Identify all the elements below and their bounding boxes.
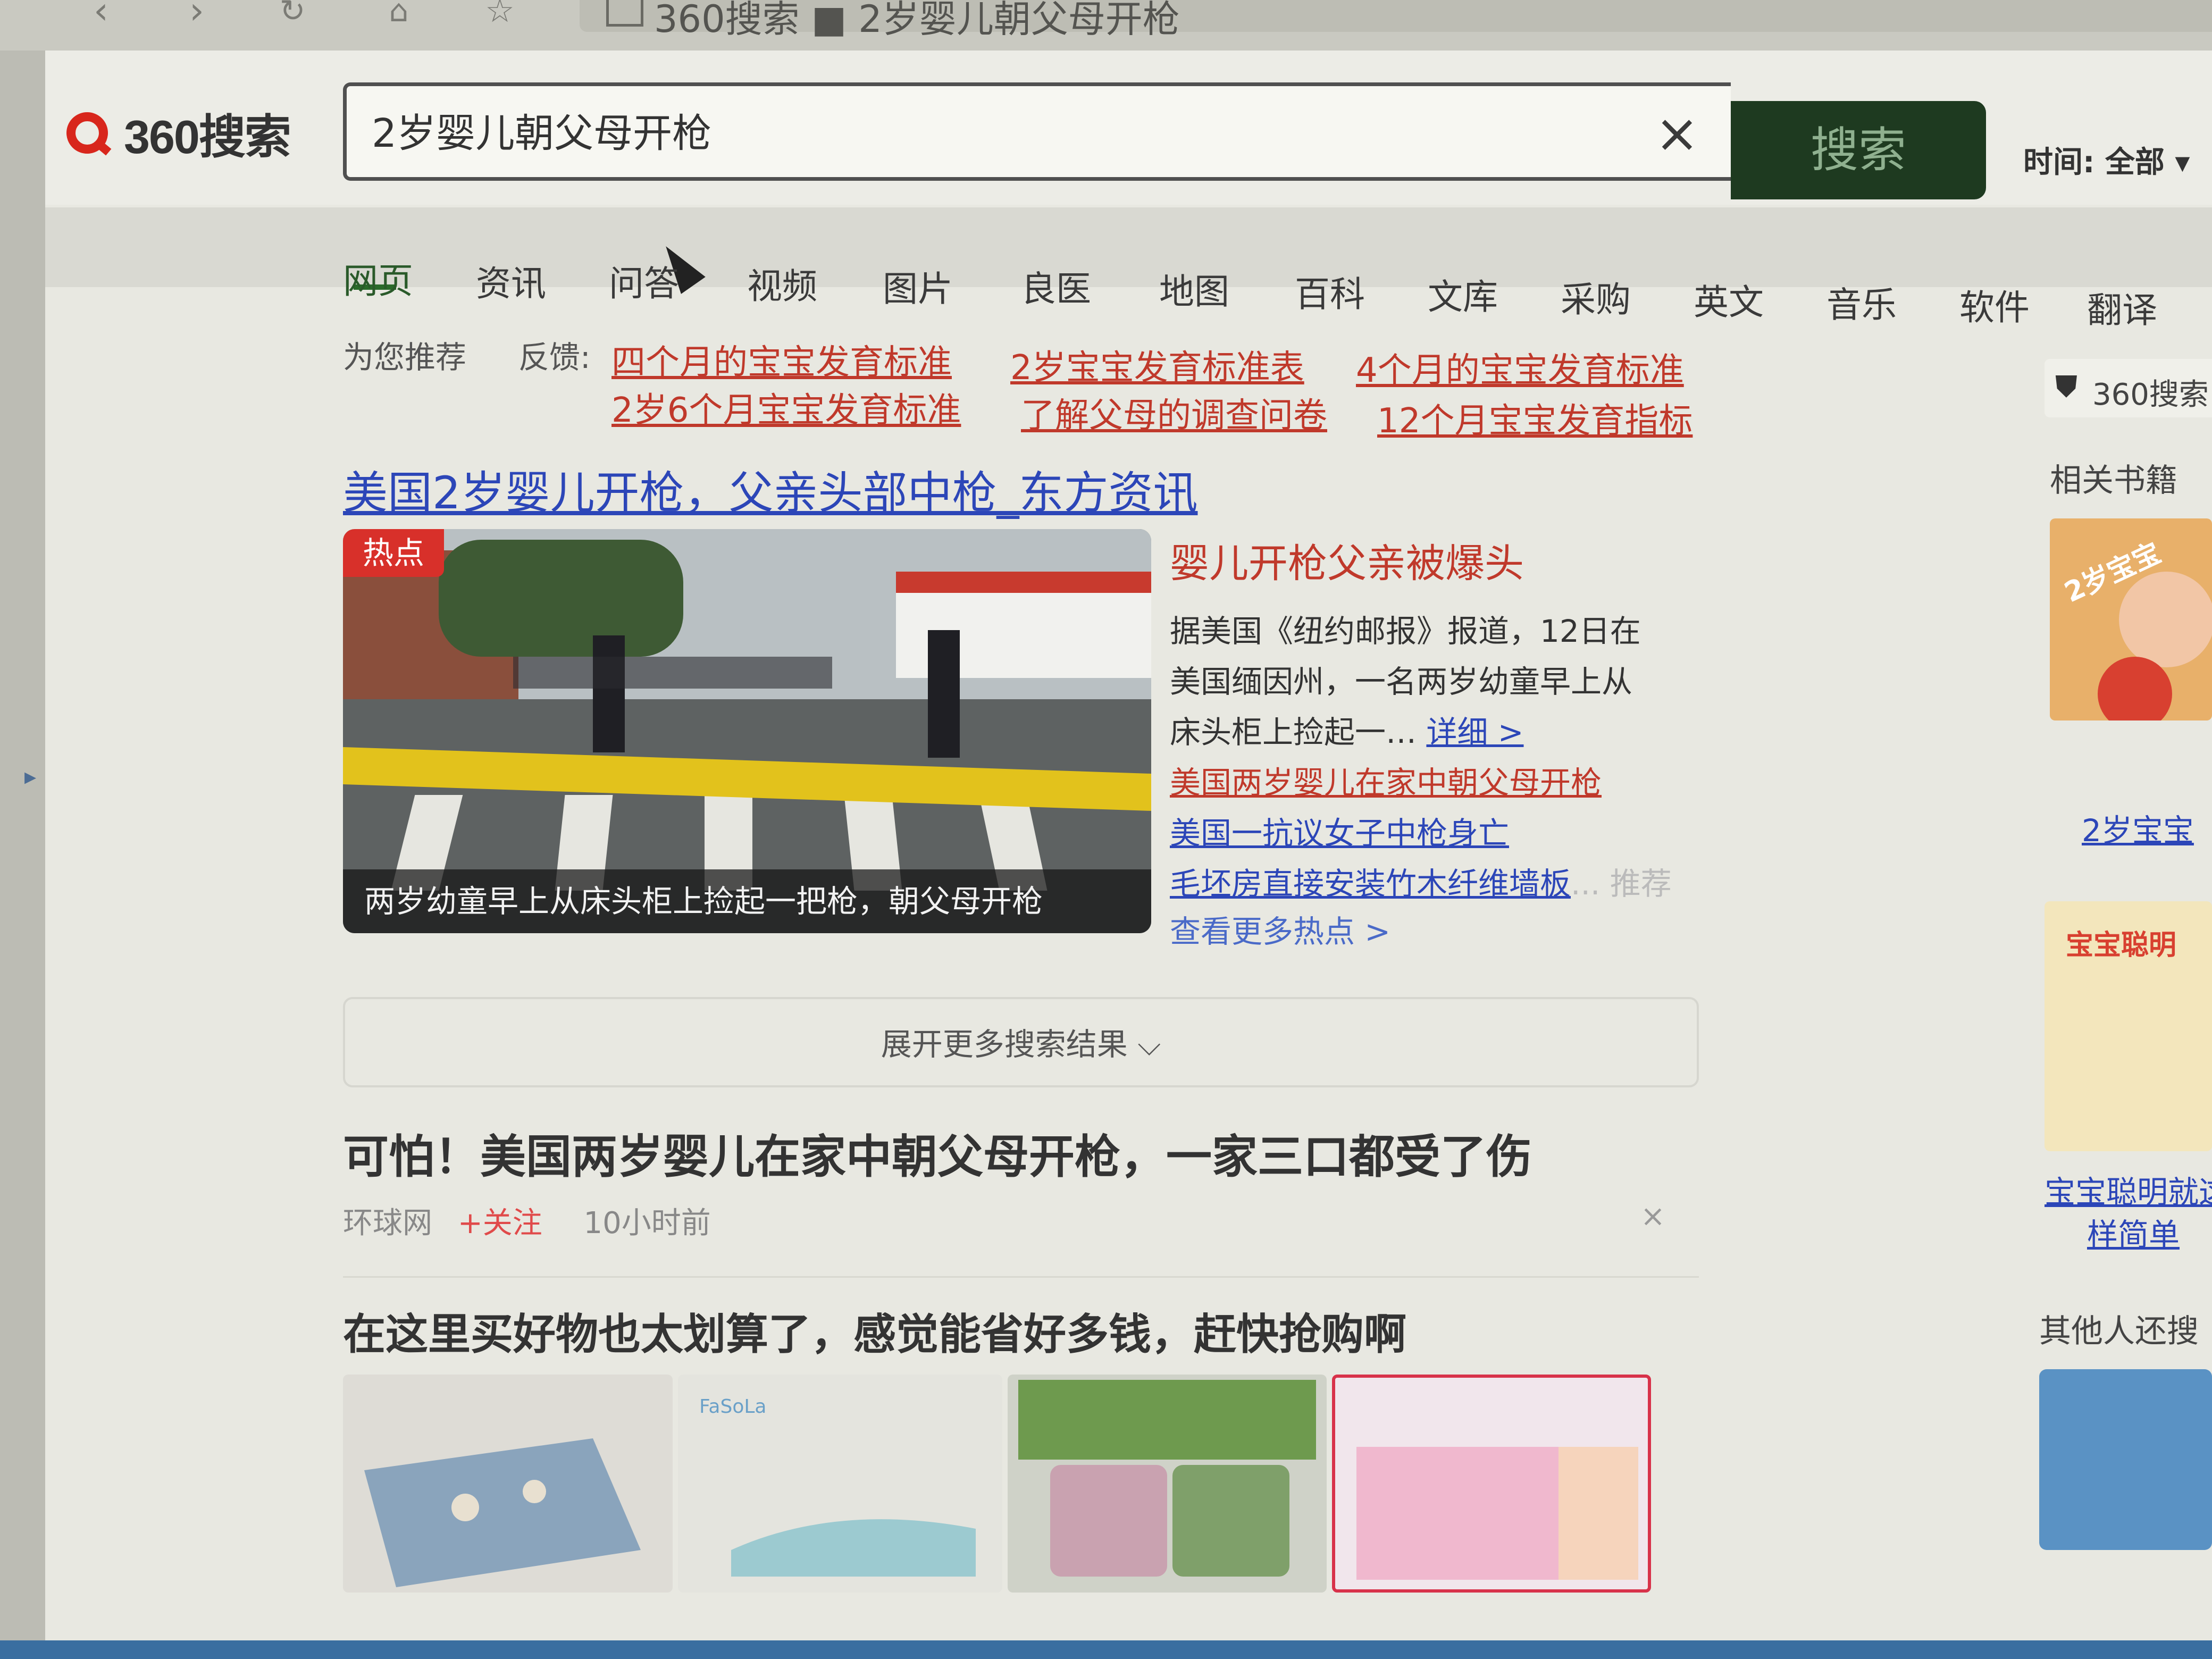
expand-arrow-icon[interactable]: ▸ [24, 763, 36, 790]
book2-cover[interactable]: 宝宝聪明 [2045, 901, 2212, 1151]
rec-link-6[interactable]: 12个月宝宝发育指标 [1377, 393, 1692, 442]
time-filter-dropdown[interactable]: 时间: 全部 ▾ [2023, 138, 2190, 181]
tab-title: 360搜索 ■ 2岁婴儿朝父母开枪 [654, 0, 1180, 41]
result3-title-link[interactable]: 在这里买好物也太划算了，感觉能省好多钱，赶快抢购啊 [343, 1300, 1406, 1362]
tab-5[interactable]: 图片 [883, 261, 953, 312]
divider [343, 1276, 1699, 1278]
star-icon[interactable]: ☆ [479, 0, 521, 32]
back-icon[interactable]: ‹ [80, 0, 122, 32]
rec-link-2[interactable]: 2岁宝宝发育标准表 [1010, 340, 1304, 389]
related-hot-row-3: 毛坯房直接安装竹木纤维墙板... 推荐 [1170, 859, 1672, 903]
tab-14[interactable]: 翻译 [2087, 282, 2157, 333]
book1-cover[interactable]: 2岁宝宝 [2050, 518, 2212, 720]
product-hair-comb[interactable]: FaSoLa [678, 1375, 1002, 1593]
book2-cover-title: 宝宝聪明 [2066, 929, 2177, 961]
tab-8[interactable]: 百科 [1295, 266, 1365, 317]
reload-icon[interactable]: ↻ [271, 0, 314, 32]
left-frame: ▸ [0, 51, 45, 1640]
related-hot-link-3[interactable]: 毛坯房直接安装竹木纤维墙板 [1170, 866, 1571, 902]
tab-11[interactable]: 英文 [1694, 274, 1764, 325]
result1-desc-line-1: 据美国《纽约邮报》报道，12日在 [1170, 613, 1641, 649]
rec-link-1[interactable]: 四个月的宝宝发育标准 [611, 335, 952, 384]
product-alarm-clocks[interactable] [1008, 1375, 1327, 1593]
tab-13[interactable]: 软件 [1959, 279, 2030, 330]
taskbar [0, 1640, 2212, 1659]
related-hot-link-2[interactable]: 美国一抗议女子中枪身亡 [1170, 808, 1509, 853]
related-hot-link-1[interactable]: 美国两岁婴儿在家中朝父母开枪 [1170, 758, 1602, 802]
clear-icon[interactable]: × [1655, 102, 1699, 164]
expand-more-results-button[interactable]: 展开更多搜索结果 ⌵ [343, 997, 1699, 1087]
close-icon[interactable]: × [1640, 1199, 1665, 1234]
sidebar-badge-text: 360搜索 [2092, 378, 2209, 412]
result2-title-link[interactable]: 可怕！美国两岁婴儿在家中朝父母开枪，一家三口都受了伤 [343, 1119, 1532, 1186]
tab-9[interactable]: 文库 [1428, 269, 1498, 320]
result1-subtitle-link[interactable]: 婴儿开枪父亲被爆头 [1170, 532, 1524, 589]
screen: ‹ › ↻ ⌂ ☆ 360搜索 ■ 2岁婴儿朝父母开枪 ▸ 360搜索 × 搜索… [0, 0, 2212, 1659]
result2-source[interactable]: 环球网 [343, 1206, 432, 1241]
search-input[interactable] [371, 106, 1543, 153]
search-page: 360搜索 × 搜索 时间: 全部 ▾ 为您推荐 反馈: 四个月的宝宝发育标准 … [45, 51, 2212, 1640]
related-books-label: 相关书籍 [2050, 462, 2177, 499]
promo-tag: ... 推荐 [1571, 866, 1672, 902]
page-icon [606, 0, 643, 27]
result2-meta: 环球网 +关注 10小时前 [343, 1199, 711, 1242]
rec-link-4[interactable]: 2岁6个月宝宝发育标准 [611, 383, 961, 432]
sidebar-360-badge: ⛊ 360搜索 [2045, 359, 2212, 417]
product-pillow[interactable] [343, 1375, 673, 1593]
tab-10[interactable]: 采购 [1561, 271, 1631, 322]
tab-4[interactable]: 视频 [747, 258, 817, 309]
logo-text: 360搜索 [124, 110, 291, 163]
desc-line-3-text: 床头柜上捡起一… [1170, 714, 1417, 750]
search-button[interactable]: 搜索 [1731, 101, 1986, 199]
browser-chrome: ‹ › ↻ ⌂ ☆ 360搜索 ■ 2岁婴儿朝父母开枪 [0, 0, 2212, 51]
image-caption: 两岁幼童早上从床头柜上捡起一把枪，朝父母开枪 [343, 869, 1151, 933]
others-searched-label: 其他人还搜 [2039, 1313, 2199, 1350]
product-pads[interactable] [1332, 1375, 1651, 1593]
hot-badge: 热点 [343, 529, 444, 577]
header: 360搜索 × 搜索 时间: 全部 ▾ [45, 51, 2212, 205]
more-hot-link[interactable]: 查看更多热点 > [1170, 907, 1390, 951]
follow-button[interactable]: +关注 [458, 1206, 542, 1241]
others-searched-image[interactable] [2039, 1369, 2212, 1550]
result1-news-image[interactable]: 热点 两岁幼童早上从床头柜上捡起一把枪，朝父母开枪 [343, 529, 1151, 933]
logo[interactable]: 360搜索 [66, 101, 291, 165]
tab-3[interactable]: 问答 [609, 255, 679, 306]
book1-link[interactable]: 2岁宝宝 [2082, 806, 2194, 850]
pillow-image [364, 1438, 641, 1587]
tab-2[interactable]: 资讯 [476, 255, 546, 306]
book2-link-line-2[interactable]: 样简单 [2087, 1210, 2180, 1254]
baby-photo-icon [2098, 572, 2212, 720]
tab-1[interactable]: 网页 [343, 253, 413, 304]
recommend-label: 为您推荐 [343, 339, 467, 375]
search-box[interactable]: × [343, 82, 1731, 181]
tab-6[interactable]: 良医 [1021, 261, 1091, 312]
result1-desc-line-3: 床头柜上捡起一… 详细 > [1170, 707, 1524, 752]
result1-desc-line-2: 美国缅因州，一名两岁幼童早上从 [1170, 664, 1633, 700]
comb-image [731, 1519, 976, 1577]
logo-mark-icon [66, 112, 108, 154]
result2-time: 10小时前 [583, 1206, 711, 1241]
pads-image [1356, 1447, 1638, 1580]
shield-icon: ⛊ [2055, 370, 2077, 404]
detail-link[interactable]: 详细 > [1426, 714, 1523, 750]
tab-12[interactable]: 音乐 [1826, 276, 1897, 328]
rec-link-5[interactable]: 了解父母的调查问卷 [1021, 388, 1327, 437]
result1-title-link[interactable]: 美国2岁婴儿开枪，父亲头部中枪_东方资讯 [343, 457, 1197, 522]
forward-icon[interactable]: › [175, 0, 218, 32]
clock-image [1018, 1380, 1316, 1577]
rec-link-3[interactable]: 4个月的宝宝发育标准 [1356, 343, 1684, 392]
book2-link-line-1[interactable]: 宝宝聪明就这 [2045, 1167, 2212, 1212]
home-icon[interactable]: ⌂ [378, 0, 420, 32]
tab-7[interactable]: 地图 [1159, 263, 1229, 314]
feedback-label[interactable]: 反馈: [518, 332, 591, 377]
